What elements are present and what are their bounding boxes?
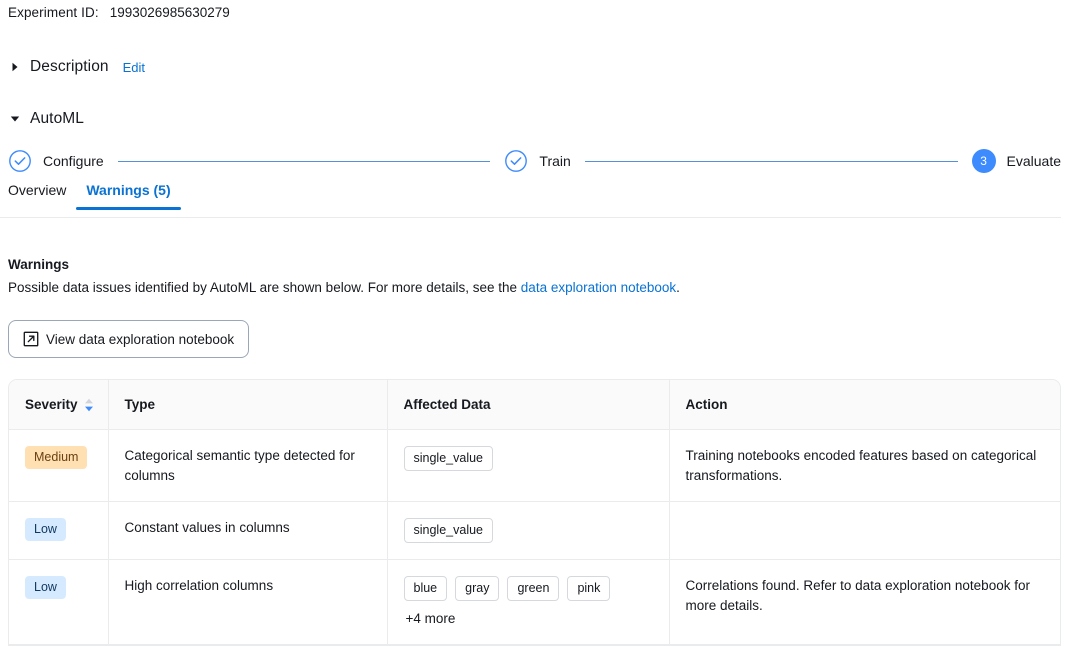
- description-section-header[interactable]: Description Edit: [6, 56, 145, 78]
- step-train-label: Train: [539, 153, 571, 169]
- tab-warnings-label: Warnings (5): [86, 182, 171, 198]
- data-exploration-notebook-link[interactable]: data exploration notebook: [521, 280, 676, 295]
- number-circle-icon: 3: [971, 149, 996, 173]
- description-edit-link[interactable]: Edit: [123, 60, 145, 75]
- column-header-type-label: Type: [124, 397, 156, 412]
- cell-action: Training notebooks encoded features base…: [669, 429, 1060, 503]
- data-chip: green: [507, 576, 560, 601]
- step-configure-label: Configure: [43, 153, 104, 169]
- cell-affected-data: single_value: [387, 429, 670, 503]
- description-section-title: Description: [30, 58, 109, 75]
- cell-action: Correlations found. Refer to data explor…: [669, 559, 1060, 646]
- stepper-connector-2: [584, 160, 958, 162]
- stepper-connector-1: [117, 160, 491, 162]
- data-chip: pink: [567, 576, 611, 601]
- warnings-table-container: Severity Type Affected Data Action Mediu…: [8, 379, 1061, 647]
- chip-list: blue gray green pink +4 more: [403, 576, 653, 629]
- table-row: Low Constant values in columns single_va…: [9, 501, 1060, 560]
- table-row: Medium Categorical semantic type detecte…: [9, 429, 1060, 503]
- automl-section-title: AutoML: [30, 110, 85, 127]
- experiment-id-value: 1993026985630279: [109, 5, 230, 20]
- chip-list: single_value: [403, 446, 653, 471]
- tab-warnings[interactable]: Warnings (5): [76, 182, 181, 210]
- warnings-description-prefix: Possible data issues identified by AutoM…: [8, 280, 521, 295]
- cell-action: [669, 501, 1060, 560]
- caret-down-icon[interactable]: [6, 110, 24, 128]
- tab-overview[interactable]: Overview: [0, 182, 76, 208]
- step-evaluate[interactable]: 3 Evaluate: [971, 149, 1062, 173]
- step-configure[interactable]: Configure: [8, 149, 104, 173]
- warnings-description-suffix: .: [676, 280, 680, 295]
- more-items-label[interactable]: +4 more: [406, 609, 456, 629]
- status-badge: Low: [25, 518, 66, 541]
- step-evaluate-label: Evaluate: [1006, 153, 1062, 169]
- data-chip: single_value: [403, 518, 493, 543]
- external-link-icon: [23, 331, 39, 347]
- view-data-exploration-notebook-button[interactable]: View data exploration notebook: [8, 320, 250, 358]
- column-header-severity[interactable]: Severity: [9, 380, 109, 430]
- warnings-table-header: Severity Type Affected Data Action: [9, 380, 1060, 430]
- automl-stepper: Configure Train 3 Evaluate: [8, 148, 1061, 174]
- experiment-id-row: Experiment ID: 1993026985630279: [8, 5, 230, 20]
- chip-list: single_value: [403, 518, 653, 543]
- column-header-affected-data-label: Affected Data: [403, 397, 491, 412]
- column-header-action: Action: [669, 380, 1060, 430]
- automl-warnings-page: Experiment ID: 1993026985630279 Descript…: [0, 0, 1069, 647]
- tab-overview-label: Overview: [8, 182, 67, 198]
- column-header-severity-label: Severity: [25, 397, 78, 412]
- cell-affected-data: single_value: [387, 501, 670, 560]
- cell-severity: Medium: [9, 429, 109, 503]
- step-train[interactable]: Train: [504, 149, 571, 173]
- table-row: Low High correlation columns blue gray g…: [9, 559, 1060, 646]
- warnings-table: Severity Type Affected Data Action Mediu…: [9, 380, 1060, 646]
- cell-type: High correlation columns: [108, 559, 388, 646]
- column-header-type: Type: [108, 380, 388, 430]
- view-data-exploration-notebook-label: View data exploration notebook: [46, 331, 235, 347]
- cell-type: Categorical semantic type detected for c…: [108, 429, 388, 503]
- column-header-action-label: Action: [685, 397, 728, 412]
- check-circle-icon: [504, 149, 528, 173]
- caret-right-icon[interactable]: [6, 58, 24, 76]
- warnings-description: Possible data issues identified by AutoM…: [8, 280, 680, 295]
- table-header-row: Severity Type Affected Data Action: [9, 380, 1060, 430]
- cell-type: Constant values in columns: [108, 501, 388, 560]
- data-chip: single_value: [403, 446, 493, 471]
- status-badge: Medium: [25, 446, 88, 469]
- column-header-affected-data: Affected Data: [387, 380, 670, 430]
- tab-bar: Overview Warnings (5): [0, 182, 1061, 218]
- experiment-id-label: Experiment ID:: [8, 5, 99, 20]
- sort-descending-icon[interactable]: [84, 398, 94, 412]
- check-circle-icon: [8, 149, 32, 173]
- cell-affected-data: blue gray green pink +4 more: [387, 559, 670, 646]
- cell-severity: Low: [9, 559, 109, 646]
- data-chip: gray: [455, 576, 500, 601]
- cell-severity: Low: [9, 501, 109, 560]
- warnings-table-body: Medium Categorical semantic type detecte…: [9, 429, 1060, 646]
- data-chip: blue: [403, 576, 448, 601]
- warnings-heading: Warnings: [8, 257, 70, 272]
- status-badge: Low: [25, 576, 66, 599]
- automl-section-header[interactable]: AutoML: [6, 108, 84, 130]
